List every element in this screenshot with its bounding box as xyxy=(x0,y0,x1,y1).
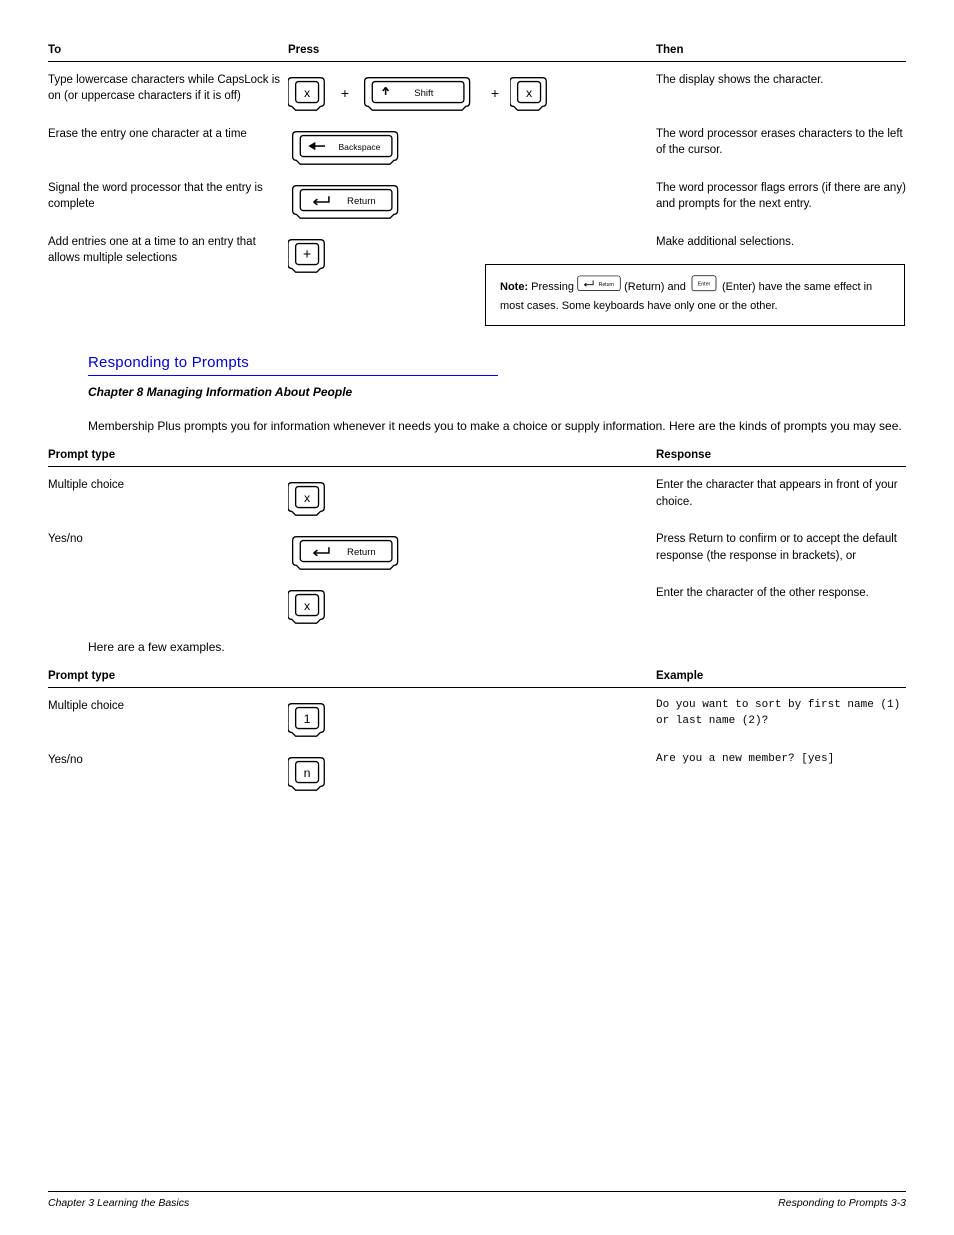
cell-to: Signal the word processor that the entry… xyxy=(48,180,288,213)
th-response: Response xyxy=(632,447,906,464)
th-press: Press xyxy=(288,42,632,59)
cell-to: Add entries one at a time to an entry th… xyxy=(48,234,288,267)
cell-type: Multiple choice xyxy=(48,698,288,715)
key-generic: x xyxy=(288,477,330,519)
cell-response: Press Return to confirm or to accept the… xyxy=(632,531,906,564)
svg-text:1: 1 xyxy=(304,712,311,726)
cell-response: Enter the character of the other respons… xyxy=(632,585,906,602)
cell-keys: x + Shift + x xyxy=(288,72,632,114)
key-n: n xyxy=(288,752,330,794)
cell-then: The word processor flags errors (if ther… xyxy=(632,180,906,213)
svg-text:x: x xyxy=(526,85,533,99)
note-label: Note: xyxy=(500,281,528,293)
table-row: Signal the word processor that the entry… xyxy=(48,180,906,222)
cell-keys: Return xyxy=(288,180,632,222)
key-plus: + xyxy=(288,234,330,276)
table-row: Multiple choice x Enter the character th… xyxy=(48,477,906,519)
section-heading: Responding to Prompts xyxy=(88,352,906,374)
table-a-header: To Press Then xyxy=(48,42,906,59)
table-b-header: Prompt type Response xyxy=(48,447,906,464)
cell-example: Do you want to sort by first name (1) or… xyxy=(632,698,906,730)
table-row: Type lowercase characters while CapsLock… xyxy=(48,72,906,114)
table-row: Erase the entry one character at a time … xyxy=(48,126,906,168)
section-para: Membership Plus prompts you for informat… xyxy=(88,418,906,435)
key-generic: x xyxy=(288,72,330,114)
section-rule xyxy=(88,375,498,376)
footer-left: Chapter 3 Learning the Basics xyxy=(48,1196,189,1211)
svg-text:Enter: Enter xyxy=(698,282,711,288)
svg-text:x: x xyxy=(304,599,311,613)
th-then: Then xyxy=(632,42,906,59)
cell-then: Make additional selections. xyxy=(632,234,906,251)
key-1: 1 xyxy=(288,698,330,740)
cell-response: Enter the character that appears in fron… xyxy=(632,477,906,510)
cell-then: The word processor erases characters to … xyxy=(632,126,906,159)
note-part-a: Pressing xyxy=(531,281,577,293)
key-return: Return xyxy=(288,531,408,573)
svg-text:Return: Return xyxy=(347,196,376,207)
cell-keys: 1 xyxy=(288,698,632,740)
key-return: Return xyxy=(288,180,408,222)
page-footer: Chapter 3 Learning the Basics Responding… xyxy=(48,1191,906,1211)
note-box: Note: Pressing Return (Return) and Enter… xyxy=(485,264,905,326)
cell-to: Erase the entry one character at a time xyxy=(48,126,288,143)
plus-icon: + xyxy=(488,72,502,114)
svg-text:Shift: Shift xyxy=(414,88,433,99)
cell-type: Yes/no xyxy=(48,752,288,769)
key-shift: Shift xyxy=(360,72,480,114)
table-row: x Enter the character of the other respo… xyxy=(48,585,906,627)
key-generic: x xyxy=(510,72,552,114)
plus-icon: + xyxy=(338,72,352,114)
section-subhead: Chapter 8 Managing Information About Peo… xyxy=(88,384,906,401)
note-part-b: (Return) and xyxy=(624,281,689,293)
cell-keys: x xyxy=(288,477,632,519)
svg-text:+: + xyxy=(303,246,311,262)
note-enter-key: Enter xyxy=(689,275,719,299)
cell-example: Are you a new member? [yes] xyxy=(632,752,906,768)
cell-to: Type lowercase characters while CapsLock… xyxy=(48,72,288,105)
table-row: Yes/no Return Press Return to confirm or… xyxy=(48,531,906,573)
th-to: To xyxy=(48,42,288,59)
key-label: x xyxy=(304,85,311,99)
table-c-header: Prompt type Example xyxy=(48,668,906,685)
examples-para: Here are a few examples. xyxy=(88,639,906,656)
th-example: Example xyxy=(632,668,906,685)
svg-text:Backspace: Backspace xyxy=(338,142,380,152)
svg-text:Return: Return xyxy=(599,282,615,288)
svg-text:n: n xyxy=(304,766,311,780)
cell-then: The display shows the character. xyxy=(632,72,906,89)
cell-keys: Backspace xyxy=(288,126,632,168)
th-type: Prompt type xyxy=(48,447,288,464)
table-row: Yes/no n Are you a new member? [yes] xyxy=(48,752,906,794)
key-backspace: Backspace xyxy=(288,126,408,168)
svg-text:Return: Return xyxy=(347,547,376,558)
cell-type: Yes/no xyxy=(48,531,288,548)
footer-right: Responding to Prompts 3-3 xyxy=(778,1196,906,1211)
note-return-key: Return xyxy=(577,275,621,299)
th-type2: Prompt type xyxy=(48,668,288,685)
cell-keys: x xyxy=(288,585,632,627)
table-row: Multiple choice 1 Do you want to sort by… xyxy=(48,698,906,740)
cell-keys: n xyxy=(288,752,632,794)
key-generic: x xyxy=(288,585,330,627)
cell-keys: Return xyxy=(288,531,632,573)
svg-text:x: x xyxy=(304,491,311,505)
cell-type: Multiple choice xyxy=(48,477,288,494)
